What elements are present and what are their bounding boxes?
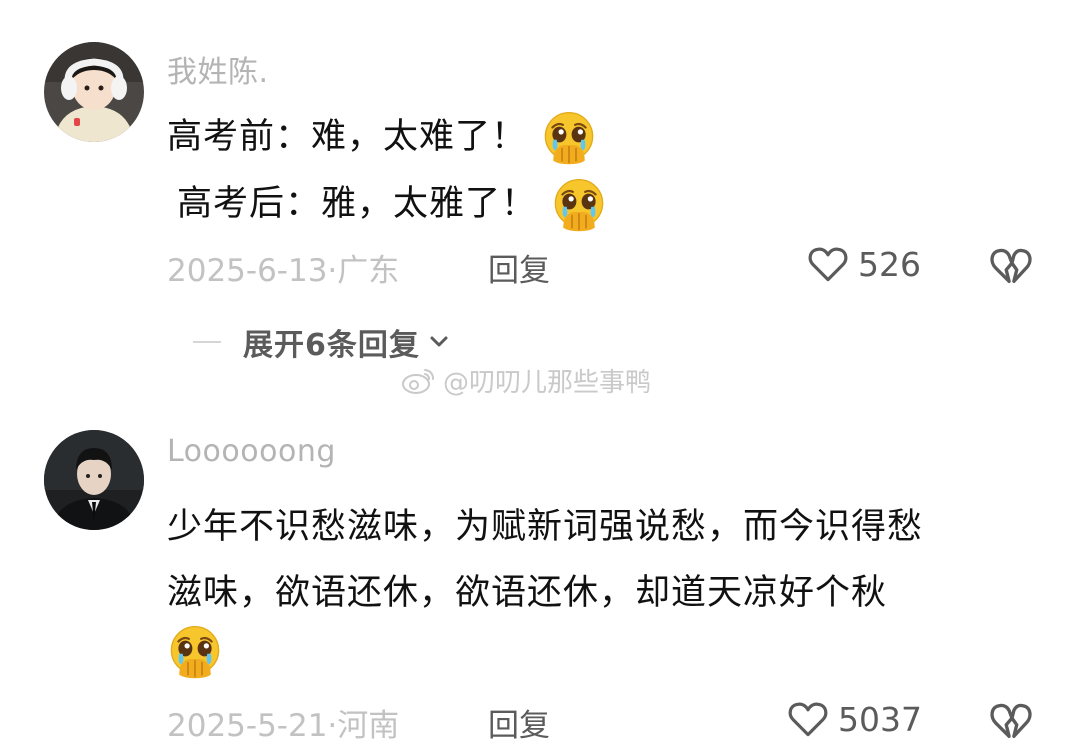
divider-line <box>193 341 221 343</box>
pleading-crying-face-icon <box>541 110 597 166</box>
pleading-crying-face-icon <box>167 624 223 680</box>
expand-replies-label: 展开6条回复 <box>243 328 420 363</box>
reply-button[interactable]: 回复 <box>488 700 550 745</box>
comment-text-line: 滋味，欲语还休，欲语还休，却道天凉好个秋 <box>167 573 888 613</box>
heart-outline-icon <box>786 697 830 741</box>
comment-text-line: 少年不识愁滋味，为赋新词强说愁，而今识得愁 <box>167 507 924 547</box>
like-button[interactable]: 5037 <box>786 697 922 741</box>
expand-replies-button[interactable]: 展开6条回复 <box>193 320 452 364</box>
comment-date-location: 2025-6-13·广东 <box>167 253 400 289</box>
broken-heart-icon <box>988 243 1034 289</box>
comment-text-line: 高考前：难，太难了！ <box>167 108 597 166</box>
like-count: 5037 <box>838 699 922 739</box>
dislike-button[interactable] <box>988 698 1034 748</box>
comment-item: 我姓陈. 高考前：难，太难了！ 高考后：雅，太雅了！ 2025-6-13·广东 … <box>0 0 1080 380</box>
reply-button[interactable]: 回复 <box>488 245 550 290</box>
watermark: @叨叨儿那些事鸭 <box>401 362 651 399</box>
comment-date-location: 2025-5-21·河南 <box>167 708 400 744</box>
comment-text-line: 高考后：雅，太雅了！ <box>177 175 607 233</box>
pleading-crying-face-icon <box>551 177 607 233</box>
username[interactable]: 我姓陈. <box>167 47 269 91</box>
like-count: 526 <box>858 244 921 284</box>
avatar[interactable] <box>44 42 144 142</box>
chevron-down-icon <box>430 336 448 347</box>
broken-heart-icon <box>988 698 1034 744</box>
watermark-text: @叨叨儿那些事鸭 <box>443 368 652 398</box>
comment-text: 高考前：难，太难了！ <box>167 117 528 157</box>
dislike-button[interactable] <box>988 243 1034 293</box>
like-button[interactable]: 526 <box>806 242 921 286</box>
weibo-icon <box>402 368 434 394</box>
comment-text: 高考后：雅，太雅了！ <box>177 184 538 224</box>
avatar[interactable] <box>44 430 144 530</box>
username[interactable]: Loooooong <box>167 434 336 469</box>
heart-outline-icon <box>806 242 850 286</box>
